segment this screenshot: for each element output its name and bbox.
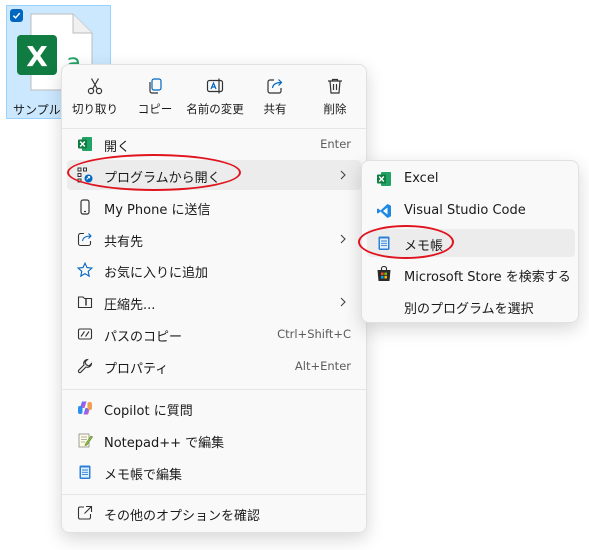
chevron-right-icon bbox=[340, 234, 346, 244]
menu-item-edit-notepad[interactable]: メモ帳で編集 bbox=[67, 457, 361, 487]
share-icon bbox=[267, 79, 283, 94]
menu-item-label: お気に入りに追加 bbox=[104, 266, 209, 281]
quick-actions-bar: 切り取り コピー 名前の変更 共有 削除 bbox=[62, 73, 366, 123]
menu-item-add-favorites[interactable]: お気に入りに追加 bbox=[67, 255, 361, 285]
menu-divider bbox=[62, 389, 366, 390]
context-menu: 切り取り コピー 名前の変更 共有 削除 開く Enter プログラムから開く … bbox=[61, 64, 367, 533]
cut-button[interactable]: 切り取り bbox=[65, 73, 125, 123]
menu-item-label: Copilot に質問 bbox=[104, 404, 193, 419]
share-to-icon bbox=[77, 232, 92, 247]
chevron-right-icon bbox=[340, 297, 346, 307]
menu-item-label: パスのコピー bbox=[104, 330, 183, 345]
menu-item-label: メモ帳で編集 bbox=[104, 468, 183, 483]
rename-label: 名前の変更 bbox=[186, 102, 244, 116]
excel-icon bbox=[377, 172, 391, 186]
phone-icon bbox=[80, 199, 90, 215]
submenu-item-label: Microsoft Store を検索する bbox=[404, 270, 571, 285]
submenu-item-excel[interactable]: Excel bbox=[367, 165, 575, 193]
more-options-icon bbox=[77, 505, 93, 520]
menu-divider bbox=[62, 494, 366, 495]
submenu-item-vscode[interactable]: Visual Studio Code bbox=[367, 197, 575, 225]
menu-item-label: 共有先 bbox=[104, 235, 144, 250]
notepad-icon bbox=[79, 465, 91, 479]
copy-icon bbox=[149, 78, 162, 94]
delete-label: 削除 bbox=[323, 102, 347, 116]
menu-item-label: プロパティ bbox=[104, 362, 169, 377]
open-with-icon bbox=[77, 167, 93, 183]
shortcut-text: Enter bbox=[320, 137, 351, 151]
submenu-item-store-search[interactable]: Microsoft Store を検索する bbox=[367, 260, 575, 288]
menu-item-share-to[interactable]: 共有先 bbox=[67, 224, 361, 254]
notepadpp-icon bbox=[78, 433, 93, 448]
menu-item-send-to-phone[interactable]: My Phone に送信 bbox=[67, 192, 361, 222]
shortcut-text: Ctrl+Shift+C bbox=[277, 327, 351, 341]
store-icon bbox=[377, 266, 391, 281]
menu-item-label: 圧縮先... bbox=[104, 298, 156, 313]
copilot-icon bbox=[78, 401, 92, 415]
menu-item-edit-notepadpp[interactable]: Notepad++ で編集 bbox=[67, 425, 361, 455]
menu-item-open-with[interactable]: プログラムから開く bbox=[67, 160, 361, 190]
notepad-icon bbox=[378, 236, 390, 250]
share-button[interactable]: 共有 bbox=[245, 73, 305, 123]
svg-text:X: X bbox=[26, 40, 48, 73]
menu-item-open[interactable]: 開く Enter bbox=[67, 129, 361, 159]
submenu-item-choose-other[interactable]: 別のプログラムを選択 bbox=[367, 292, 575, 320]
rename-button[interactable]: 名前の変更 bbox=[185, 73, 245, 123]
menu-item-label: その他のオプションを確認 bbox=[104, 509, 261, 524]
menu-item-label: 開く bbox=[104, 140, 131, 155]
menu-item-ask-copilot[interactable]: Copilot に質問 bbox=[67, 393, 361, 423]
wrench-icon bbox=[77, 358, 93, 374]
submenu-item-notepad[interactable]: メモ帳 bbox=[367, 229, 575, 257]
delete-button[interactable]: 削除 bbox=[305, 73, 365, 123]
chevron-right-icon bbox=[340, 170, 346, 180]
open-with-submenu: Excel Visual Studio Code メモ帳 Microsoft S… bbox=[361, 160, 579, 323]
submenu-item-label: メモ帳 bbox=[404, 239, 444, 254]
cut-label: 切り取り bbox=[72, 102, 118, 116]
menu-item-label: プログラムから開く bbox=[104, 171, 221, 186]
menu-item-copy-path[interactable]: パスのコピー Ctrl+Shift+C bbox=[67, 319, 361, 349]
star-icon bbox=[77, 262, 93, 278]
copy-button[interactable]: コピー bbox=[125, 73, 185, 123]
menu-item-label: My Phone に送信 bbox=[104, 203, 211, 218]
menu-item-properties[interactable]: プロパティ Alt+Enter bbox=[67, 351, 361, 381]
submenu-item-label: 別のプログラムを選択 bbox=[404, 302, 534, 317]
rename-icon bbox=[206, 78, 224, 94]
submenu-item-label: Visual Studio Code bbox=[404, 203, 526, 218]
menu-item-label: Notepad++ で編集 bbox=[104, 436, 225, 451]
copy-path-icon bbox=[77, 328, 93, 340]
share-label: 共有 bbox=[263, 102, 287, 116]
trash-icon bbox=[328, 78, 342, 94]
copy-label: コピー bbox=[137, 102, 173, 116]
scissors-icon bbox=[87, 78, 103, 95]
menu-item-more-options[interactable]: その他のオプションを確認 bbox=[67, 498, 361, 528]
shortcut-text: Alt+Enter bbox=[294, 359, 351, 373]
excel-icon bbox=[78, 137, 92, 151]
vscode-icon bbox=[377, 204, 391, 218]
zip-folder-icon bbox=[77, 296, 93, 309]
submenu-item-label: Excel bbox=[404, 171, 439, 186]
menu-item-compress-to[interactable]: 圧縮先... bbox=[67, 287, 361, 317]
